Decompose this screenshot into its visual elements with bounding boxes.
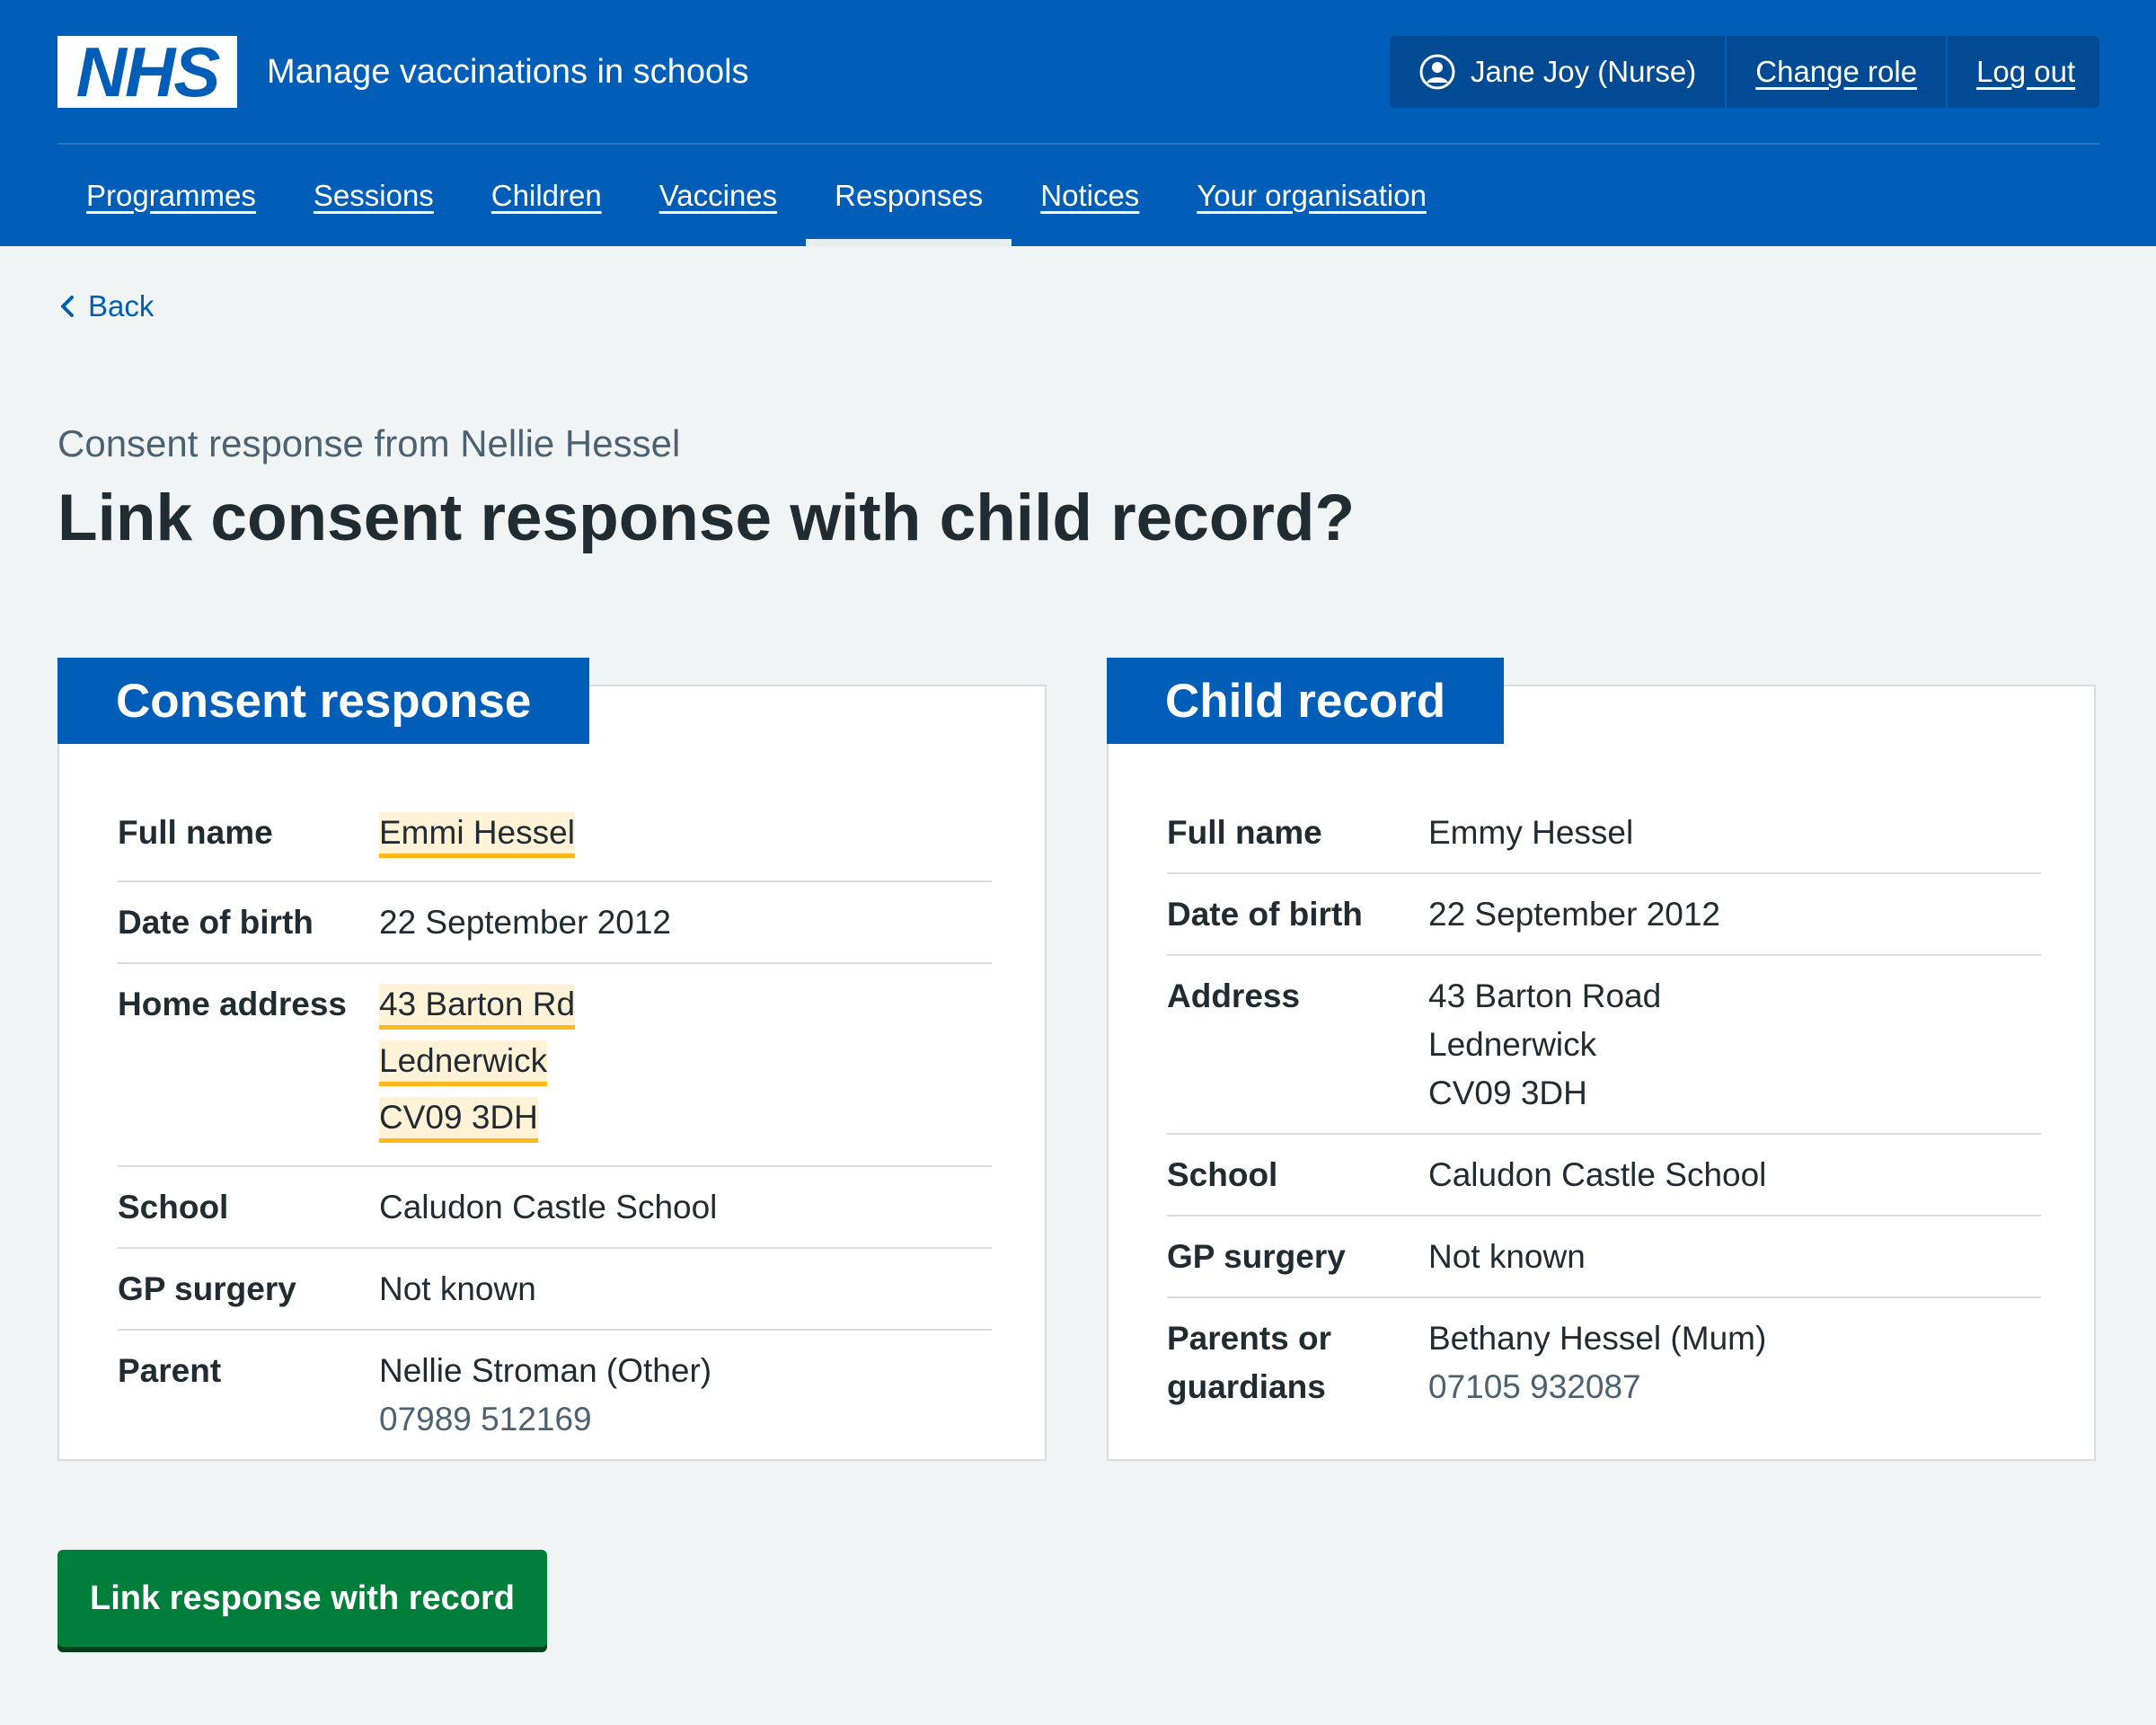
summary-row-school: School Caludon Castle School	[1167, 1135, 2041, 1216]
summary-row-full-name: Full name Emmi Hessel	[118, 792, 992, 882]
nav-item-children[interactable]: Children	[463, 145, 631, 246]
summary-row-parents: Parents or guardians Bethany Hessel (Mum…	[1167, 1298, 2041, 1427]
gp-label: GP surgery	[118, 1270, 296, 1307]
consent-summary-list: Full name Emmi Hessel Date of birth 22 S…	[118, 792, 992, 1459]
parent-name: Bethany Hessel (Mum)	[1428, 1320, 1767, 1357]
user-icon	[1419, 54, 1455, 90]
school-label: School	[1167, 1156, 1278, 1193]
service-name[interactable]: Manage vaccinations in schools	[267, 49, 749, 95]
parent-label: Parent	[118, 1352, 222, 1389]
dob-label: Date of birth	[1167, 896, 1363, 933]
address-label: Address	[1167, 978, 1301, 1014]
chevron-left-icon	[61, 296, 74, 317]
account-user-name: Jane Joy (Nurse)	[1471, 55, 1697, 88]
summary-row-parent: Parent Nellie Stroman (Other) 07989 5121…	[118, 1331, 992, 1459]
summary-row-dob: Date of birth 22 September 2012	[118, 882, 992, 964]
summary-row-full-name: Full name Emmy Hessel	[1167, 792, 2041, 874]
summary-row-school: School Caludon Castle School	[118, 1167, 992, 1249]
full-name-label: Full name	[118, 814, 273, 851]
site-header: NHS Manage vaccinations in schools Jane …	[0, 0, 2156, 246]
back-link-label: Back	[88, 289, 155, 323]
summary-row-gp: GP surgery Not known	[118, 1249, 992, 1331]
account-user: Jane Joy (Nurse)	[1390, 36, 1727, 108]
gp-value: Not known	[1428, 1238, 1586, 1275]
full-name-value: Emmi Hessel	[379, 812, 575, 858]
school-value: Caludon Castle School	[1428, 1156, 1767, 1193]
address-line-3: CV09 3DH	[379, 1097, 538, 1143]
address-label: Home address	[118, 986, 347, 1022]
summary-row-dob: Date of birth 22 September 2012	[1167, 874, 2041, 956]
gp-label: GP surgery	[1167, 1238, 1346, 1275]
nav-item-sessions[interactable]: Sessions	[285, 145, 463, 246]
nav-item-notices[interactable]: Notices	[1012, 145, 1168, 246]
full-name-value: Emmy Hessel	[1428, 814, 1634, 851]
account-bar: Jane Joy (Nurse) Change role Log out	[1390, 36, 2099, 108]
address-line-1: 43 Barton Road	[1428, 978, 1662, 1014]
address-line-1: 43 Barton Rd	[379, 984, 576, 1030]
nhs-logo[interactable]: NHS	[57, 36, 237, 108]
address-line-3: CV09 3DH	[1428, 1075, 1587, 1111]
address-line-2: Lednerwick	[1428, 1026, 1597, 1063]
parent-phone: 07989 512169	[379, 1401, 592, 1438]
child-record-heading: Child record	[1107, 658, 1505, 744]
dob-value: 22 September 2012	[379, 904, 672, 941]
change-role-link[interactable]: Change role	[1727, 36, 1948, 108]
summary-row-gp: GP surgery Not known	[1167, 1216, 2041, 1298]
full-name-label: Full name	[1167, 814, 1322, 851]
primary-navigation: Programmes Sessions Children Vaccines Re…	[57, 145, 1455, 246]
back-link[interactable]: Back	[57, 289, 154, 323]
link-response-button[interactable]: Link response with record	[57, 1550, 547, 1647]
nhs-logo-text: NHS	[75, 32, 221, 111]
consent-response-heading: Consent response	[57, 658, 590, 744]
summary-row-address: Home address 43 Barton Rd Lednerwick CV0…	[118, 964, 992, 1167]
page-caption: Consent response from Nellie Hessel	[57, 422, 681, 464]
nav-item-responses[interactable]: Responses	[806, 145, 1012, 246]
page-title: Link consent response with child record?	[57, 482, 1356, 554]
consent-response-card: Consent response Full name Emmi Hessel D…	[57, 658, 1047, 1461]
school-value: Caludon Castle School	[379, 1189, 718, 1225]
nav-item-programmes[interactable]: Programmes	[57, 145, 285, 246]
school-label: School	[118, 1189, 229, 1225]
gp-value: Not known	[379, 1270, 536, 1307]
parent-phone: 07105 932087	[1428, 1368, 1641, 1405]
nav-item-vaccines[interactable]: Vaccines	[631, 145, 806, 246]
child-summary-list: Full name Emmy Hessel Date of birth 22 S…	[1167, 792, 2041, 1427]
nav-item-your-organisation[interactable]: Your organisation	[1168, 145, 1455, 246]
parents-label: Parents or guardians	[1167, 1320, 1332, 1405]
dob-label: Date of birth	[118, 904, 314, 941]
log-out-link[interactable]: Log out	[1948, 36, 2104, 108]
address-line-2: Lednerwick	[379, 1040, 548, 1086]
summary-row-address: Address 43 Barton Road Lednerwick CV09 3…	[1167, 956, 2041, 1135]
child-record-card: Child record Full name Emmy Hessel Date …	[1107, 658, 2096, 1461]
dob-value: 22 September 2012	[1428, 896, 1721, 933]
parent-name: Nellie Stroman (Other)	[379, 1352, 712, 1389]
